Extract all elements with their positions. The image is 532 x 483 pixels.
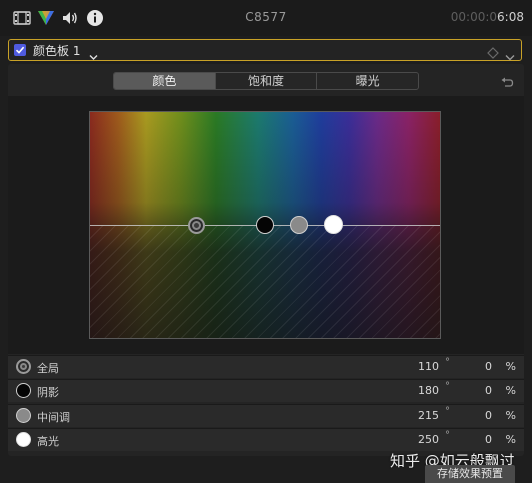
disclosure-chevron-icon[interactable] bbox=[505, 46, 515, 65]
keyframe-diamond-icon[interactable] bbox=[487, 44, 499, 63]
percent-symbol: % bbox=[505, 409, 516, 422]
param-angle[interactable]: 215 bbox=[418, 409, 439, 422]
reset-icon[interactable] bbox=[500, 74, 514, 93]
color-board-effect-row[interactable]: 颜色板 1 bbox=[8, 39, 522, 61]
percent-symbol: % bbox=[505, 384, 516, 397]
shadows-puck-icon bbox=[16, 383, 31, 398]
shadows-puck[interactable] bbox=[256, 216, 274, 234]
degree-symbol: ° bbox=[445, 430, 450, 441]
param-label: 阴影 bbox=[37, 386, 59, 399]
midtones-puck[interactable] bbox=[290, 216, 308, 234]
midtones-puck-icon bbox=[16, 408, 31, 423]
color-board-tabs: 颜色 饱和度 曝光 bbox=[113, 72, 419, 90]
chevron-down-icon[interactable] bbox=[89, 46, 98, 65]
effect-name[interactable]: 颜色板 1 bbox=[33, 42, 80, 59]
param-percent-value[interactable]: 0 bbox=[485, 384, 492, 397]
inspector-toolbar: C8577 00:00:06:08 bbox=[0, 0, 532, 36]
highlights-puck[interactable] bbox=[324, 215, 343, 234]
param-row-global[interactable]: 全局 110 ° 0 % bbox=[8, 355, 524, 378]
param-label: 中间调 bbox=[37, 411, 70, 424]
color-board[interactable] bbox=[89, 111, 441, 339]
timecode-value: 6:08 bbox=[497, 10, 524, 24]
param-percent-value[interactable]: 0 bbox=[485, 360, 492, 373]
tab-saturation[interactable]: 饱和度 bbox=[216, 73, 318, 89]
save-effects-preset-button[interactable]: 存储效果预置 bbox=[425, 465, 515, 483]
param-row-highlights[interactable]: 高光 250 ° 0 % bbox=[8, 428, 524, 451]
degree-symbol: ° bbox=[445, 406, 450, 417]
highlights-puck-icon bbox=[16, 432, 31, 447]
percent-symbol: % bbox=[505, 433, 516, 446]
param-angle[interactable]: 110 bbox=[418, 360, 439, 373]
hatch-pattern bbox=[90, 225, 440, 338]
timecode-leading: 00:00:0 bbox=[450, 10, 498, 24]
param-angle[interactable]: 180 bbox=[418, 384, 439, 397]
param-label: 全局 bbox=[37, 362, 59, 375]
tab-color[interactable]: 颜色 bbox=[114, 73, 216, 89]
timecode: 00:00:06:08 bbox=[451, 10, 524, 24]
tab-exposure[interactable]: 曝光 bbox=[317, 73, 418, 89]
param-row-midtones[interactable]: 中间调 215 ° 0 % bbox=[8, 404, 524, 427]
param-row-shadows[interactable]: 阴影 180 ° 0 % bbox=[8, 379, 524, 402]
param-angle[interactable]: 250 bbox=[418, 433, 439, 446]
global-puck[interactable] bbox=[188, 217, 205, 234]
percent-symbol: % bbox=[505, 360, 516, 373]
global-puck-icon bbox=[16, 359, 31, 374]
param-label: 高光 bbox=[37, 435, 59, 448]
param-percent-value[interactable]: 0 bbox=[485, 433, 492, 446]
degree-symbol: ° bbox=[445, 381, 450, 392]
effect-enable-checkbox[interactable] bbox=[14, 44, 26, 56]
degree-symbol: ° bbox=[445, 357, 450, 368]
checkmark-icon bbox=[15, 46, 25, 54]
param-percent-value[interactable]: 0 bbox=[485, 409, 492, 422]
